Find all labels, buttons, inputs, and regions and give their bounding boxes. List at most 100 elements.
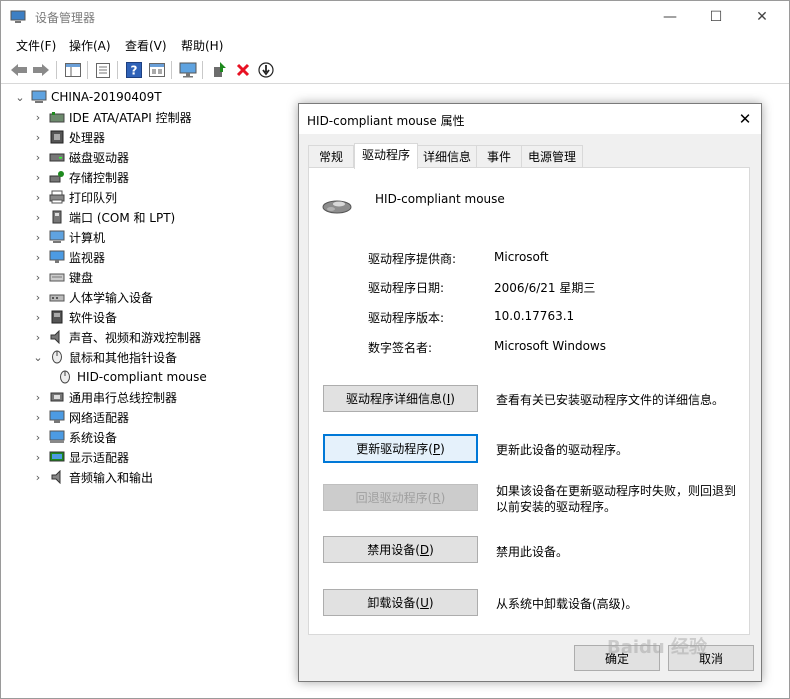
menu-action[interactable]: 操作(A) — [69, 37, 111, 54]
tree-item-label: 通用串行总线控制器 — [69, 390, 178, 405]
chevron-right-icon[interactable]: › — [31, 231, 45, 244]
chevron-down-icon[interactable]: ⌄ — [13, 91, 27, 104]
network-adapter-icon — [49, 410, 65, 423]
help-button[interactable]: ? — [124, 60, 144, 80]
tree-category-item[interactable]: › 网络适配器 — [31, 407, 129, 427]
driver-details-button[interactable]: 驱动程序详细信息(I) — [323, 385, 478, 412]
tree-child-item[interactable]: HID-compliant mouse — [53, 367, 207, 387]
chevron-right-icon[interactable]: › — [31, 431, 45, 444]
monitor-button[interactable] — [178, 60, 198, 80]
chevron-right-icon[interactable]: › — [31, 331, 45, 344]
console-tree-icon — [65, 63, 81, 77]
tab-general-label: 常规 — [318, 150, 343, 164]
port-icon — [52, 210, 62, 224]
tree-category-item[interactable]: › 磁盘驱动器 — [31, 147, 129, 167]
tab-details[interactable]: 详细信息 — [417, 145, 477, 168]
monitor-icon — [49, 250, 65, 263]
tree-category-item[interactable]: ⌄ 鼠标和其他指针设备 — [31, 347, 177, 367]
roll-back-driver-button[interactable]: 回退驱动程序(R) — [323, 484, 478, 511]
tree-item-label: 系统设备 — [69, 430, 118, 445]
disable-device-button-paren: ) — [429, 542, 434, 557]
tree-item-label: 显示适配器 — [69, 450, 130, 465]
menu-help[interactable]: 帮助(H) — [181, 37, 223, 54]
show-hide-console-tree-button[interactable] — [63, 60, 83, 80]
menu-file[interactable]: 文件(F) — [16, 37, 56, 54]
mouse-icon — [52, 350, 62, 364]
minimize-button[interactable]: — — [647, 1, 693, 33]
tree-category-item[interactable]: › 声音、视频和游戏控制器 — [31, 327, 201, 347]
driver-date-value: 2006/6/21 星期三 — [494, 281, 596, 295]
tree-category-item[interactable]: › 人体学输入设备 — [31, 287, 153, 307]
sound-icon — [50, 330, 60, 344]
device-manager-window: 设备管理器 — ☐ ✕ 文件(F) 操作(A) 查看(V) 帮助(H) ? ⌄ … — [0, 0, 790, 699]
title-bar: 设备管理器 — ☐ ✕ — [1, 1, 789, 33]
chevron-right-icon[interactable]: › — [31, 271, 45, 284]
driver-details-desc: 查看有关已安装驱动程序文件的详细信息。 — [496, 393, 725, 407]
device-name: HID-compliant mouse — [375, 192, 505, 206]
tab-driver[interactable]: 驱动程序 — [354, 143, 418, 169]
tree-category-item[interactable]: › 存储控制器 — [31, 167, 129, 187]
tab-events-label: 事件 — [486, 150, 511, 164]
tab-general[interactable]: 常规 — [308, 145, 354, 168]
tree-category-item[interactable]: › 端口 (COM 和 LPT) — [31, 207, 175, 227]
uninstall-button[interactable] — [233, 60, 253, 80]
chevron-right-icon[interactable]: › — [31, 411, 45, 424]
tree-item-label: 网络适配器 — [69, 410, 130, 425]
chevron-right-icon[interactable]: › — [31, 171, 45, 184]
close-button[interactable]: ✕ — [739, 1, 785, 33]
chevron-right-icon[interactable]: › — [31, 251, 45, 264]
tree-item-label: 鼠标和其他指针设备 — [69, 350, 178, 365]
device-manager-icon — [10, 10, 26, 23]
tree-category-item[interactable]: › 处理器 — [31, 127, 105, 147]
roll-back-driver-button-paren: ) — [440, 490, 446, 505]
update-driver-icon — [214, 62, 226, 77]
processor-icon — [50, 130, 64, 144]
tree-category-item[interactable]: › 键盘 — [31, 267, 93, 287]
tab-events[interactable]: 事件 — [476, 145, 522, 168]
chevron-right-icon[interactable]: › — [31, 471, 45, 484]
dialog-title: HID-compliant mouse 属性 — [307, 114, 465, 128]
back-button[interactable] — [9, 60, 29, 80]
tree-category-item[interactable]: › 系统设备 — [31, 427, 117, 447]
ide-controller-icon — [49, 112, 65, 123]
tree-category-item[interactable]: › 监视器 — [31, 247, 105, 267]
chevron-right-icon[interactable]: › — [31, 451, 45, 464]
tree-category-item[interactable]: › 显示适配器 — [31, 447, 129, 467]
tree-category-item[interactable]: › 音频输入和输出 — [31, 467, 153, 487]
chevron-right-icon[interactable]: › — [31, 311, 45, 324]
dialog-close-button[interactable]: ✕ — [735, 109, 755, 129]
update-driver-button[interactable]: 更新驱动程序(P) — [323, 434, 478, 463]
tree-category-item[interactable]: › 通用串行总线控制器 — [31, 387, 177, 407]
properties-button[interactable] — [93, 60, 113, 80]
chevron-right-icon[interactable]: › — [31, 291, 45, 304]
tree-category-item[interactable]: › 打印队列 — [31, 187, 117, 207]
uninstall-device-button[interactable]: 卸载设备(U) — [323, 589, 478, 616]
tree-category-item[interactable]: › 软件设备 — [31, 307, 117, 327]
chevron-right-icon[interactable]: › — [31, 111, 45, 124]
chevron-right-icon[interactable]: › — [31, 211, 45, 224]
tree-item-label: 处理器 — [69, 130, 106, 145]
chevron-right-icon[interactable]: › — [31, 131, 45, 144]
tree-root[interactable]: ⌄ CHINA-20190409T — [13, 87, 161, 107]
tab-power-management[interactable]: 电源管理 — [521, 145, 583, 168]
chevron-right-icon[interactable]: › — [31, 391, 45, 404]
printer-icon — [49, 190, 65, 204]
chevron-right-icon[interactable]: › — [31, 151, 45, 164]
maximize-button[interactable]: ☐ — [693, 1, 739, 33]
tree-category-item[interactable]: › 计算机 — [31, 227, 105, 247]
tree-category-item[interactable]: › IDE ATA/ATAPI 控制器 — [31, 107, 192, 127]
watermark-text: Baidu 经验 — [607, 637, 708, 658]
mouse-icon — [60, 370, 70, 384]
disable-device-button[interactable]: 禁用设备(D) — [323, 536, 478, 563]
forward-button[interactable] — [31, 60, 51, 80]
update-driver-button[interactable] — [209, 60, 229, 80]
close-icon: ✕ — [756, 9, 768, 25]
view-button[interactable] — [147, 60, 167, 80]
chevron-down-icon[interactable]: ⌄ — [31, 351, 45, 364]
dialog-title-bar: HID-compliant mouse 属性 ✕ — [299, 104, 761, 134]
update-driver-button-text: 更新驱动程序( — [356, 442, 433, 456]
tree-item-label: HID-compliant mouse — [77, 370, 207, 384]
scan-hardware-button[interactable] — [256, 60, 276, 80]
menu-view[interactable]: 查看(V) — [125, 37, 167, 54]
chevron-right-icon[interactable]: › — [31, 191, 45, 204]
